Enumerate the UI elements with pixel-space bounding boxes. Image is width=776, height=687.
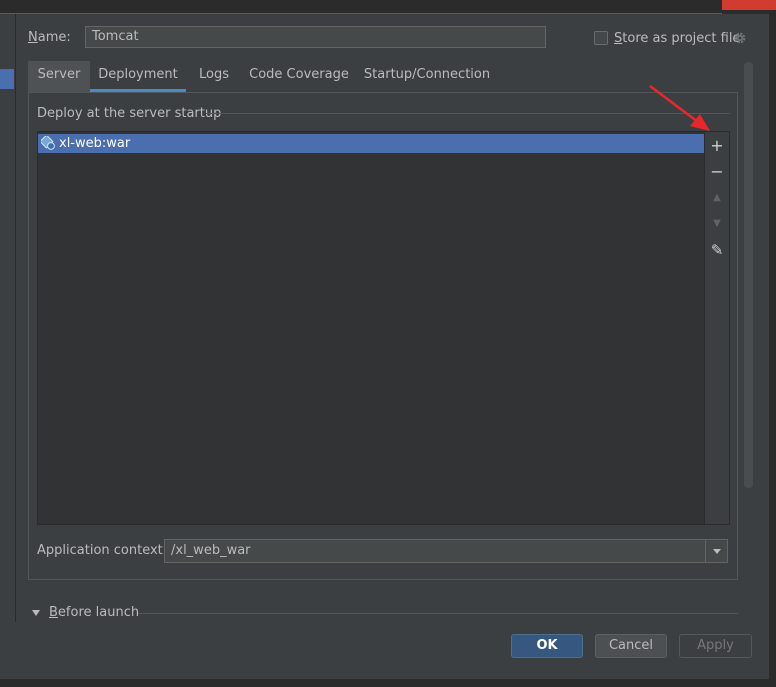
name-label: Name: [28,30,71,45]
artifact-war-icon [41,136,55,150]
deploy-section-title: Deploy at the server startup [37,106,222,121]
application-context-field[interactable]: /xl_web_war [164,539,728,563]
application-context-label: Application context: [37,543,168,558]
tab-code-coverage[interactable]: Code Coverage [246,61,352,92]
window-right-inner [765,14,769,679]
gear-icon[interactable] [733,31,747,45]
configurations-tree-panel [0,14,16,622]
artifacts-list[interactable] [37,131,705,525]
artifact-label: xl-web:war [59,136,131,151]
store-as-project-file-label[interactable]: Store as project file [614,31,740,46]
annotation-arrow-icon [649,85,710,131]
chevron-down-icon[interactable] [705,540,728,562]
name-field[interactable]: Tomcat [85,26,546,48]
window-bottom-edge [0,679,776,687]
cancel-button[interactable]: Cancel [595,634,667,658]
vertical-scrollbar[interactable] [744,62,753,488]
tab-logs[interactable]: Logs [188,61,240,92]
tab-server[interactable]: Server [28,61,90,92]
expand-triangle-icon[interactable] [31,608,41,618]
remove-icon[interactable]: − [705,161,729,183]
window-close-button[interactable] [722,0,776,10]
tab-startup-connection[interactable]: Startup/Connection [362,61,492,92]
ok-button[interactable]: OK [511,634,583,658]
before-launch-label[interactable]: Before launch [49,605,139,620]
move-up-icon[interactable]: ▲ [705,187,729,209]
before-launch-divider [138,613,738,614]
apply-button[interactable]: Apply [679,634,752,658]
artifacts-toolbar: + − ▲ ▼ ✎ [705,131,730,525]
store-as-project-file-checkbox[interactable] [594,31,608,45]
tab-deployment[interactable]: Deployment [90,61,186,92]
edit-icon[interactable]: ✎ [705,239,729,261]
move-down-icon[interactable]: ▼ [705,213,729,235]
window-top-edge [0,0,776,14]
configurations-tree-selected-item[interactable] [0,69,14,89]
list-item[interactable]: xl-web:war [38,134,704,153]
